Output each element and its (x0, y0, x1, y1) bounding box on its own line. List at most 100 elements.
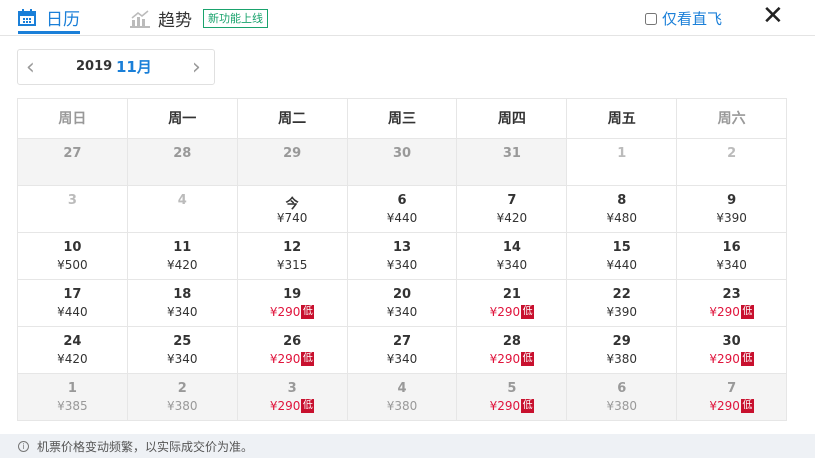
day-number: 2 (177, 381, 187, 396)
day-price: ¥340 (386, 352, 418, 366)
day-cell[interactable]: 1 (567, 139, 678, 186)
direct-only-checkbox[interactable]: 仅看直飞 (645, 8, 722, 29)
day-cell[interactable]: 30 ¥290 低 (677, 327, 788, 374)
day-cell[interactable]: 22 ¥390 (567, 280, 678, 327)
day-cell[interactable]: 13 ¥340 (347, 233, 458, 280)
day-price-row: ¥480 (567, 211, 676, 225)
day-price-row: ¥380 (348, 399, 457, 413)
day-number: 8 (617, 193, 627, 208)
prev-month-button[interactable]: ‹ (26, 55, 35, 80)
day-price: ¥290 (269, 352, 301, 366)
calendar-icon (18, 9, 36, 26)
day-cell[interactable]: 14 ¥340 (457, 233, 568, 280)
day-cell[interactable]: 4 ¥380 (347, 374, 458, 421)
day-cell[interactable]: 6 ¥380 (567, 374, 678, 421)
day-number: 15 (612, 240, 631, 255)
day-number: 2 (727, 146, 737, 161)
day-cell[interactable]: 2 ¥380 (127, 374, 238, 421)
day-cell[interactable]: 5 ¥290 低 (457, 374, 568, 421)
day-number: 27 (392, 334, 412, 349)
day-price-row: ¥340 (677, 258, 786, 272)
day-cell[interactable]: 23 ¥290 低 (677, 280, 788, 327)
year-label: 2019 (76, 59, 113, 74)
day-cell[interactable]: 9 ¥390 (677, 186, 788, 233)
day-cell[interactable]: 今 ¥740 (237, 186, 348, 233)
day-cell[interactable]: 21 ¥290 低 (457, 280, 568, 327)
direct-only-input[interactable] (645, 12, 657, 25)
day-number: 11 (173, 240, 192, 255)
day-cell[interactable]: 29 ¥380 (567, 327, 678, 374)
day-cell[interactable]: 30 (347, 139, 458, 186)
week-row: 27 28 29 30 31 1 2 (18, 139, 788, 186)
day-cell[interactable]: 1 ¥385 (18, 374, 128, 421)
tab-trend[interactable]: 趋势 (130, 6, 192, 31)
day-cell[interactable]: 20 ¥340 (347, 280, 458, 327)
day-cell[interactable]: 7 ¥290 低 (677, 374, 788, 421)
day-cell[interactable]: 19 ¥290 低 (237, 280, 348, 327)
weekday-header-cell: 周六 (677, 99, 788, 139)
lowest-price-badge: 低 (521, 352, 535, 366)
day-number: 19 (283, 287, 302, 302)
day-cell[interactable]: 31 (457, 139, 568, 186)
day-number: 22 (612, 287, 631, 302)
day-cell[interactable]: 18 ¥340 (127, 280, 238, 327)
day-cell[interactable]: 29 (237, 139, 348, 186)
day-number: 29 (283, 146, 302, 161)
day-cell[interactable]: 17 ¥440 (18, 280, 128, 327)
day-cell[interactable]: 15 ¥440 (567, 233, 678, 280)
day-number: 12 (283, 240, 302, 255)
day-price-row: ¥290 低 (457, 399, 566, 413)
next-month-button[interactable]: › (192, 55, 201, 80)
day-price-row: ¥290 低 (677, 399, 786, 413)
day-cell[interactable]: 11 ¥420 (127, 233, 238, 280)
lowest-price-badge: 低 (301, 352, 315, 366)
day-price: ¥290 (709, 352, 740, 366)
day-cell[interactable]: 27 (18, 139, 128, 186)
day-cell[interactable]: 3 (18, 186, 128, 233)
day-price-row: ¥340 (348, 258, 457, 272)
day-number: 6 (617, 381, 627, 396)
day-cell[interactable]: 16 ¥340 (677, 233, 788, 280)
close-icon[interactable]: ✕ (762, 3, 784, 29)
day-number: 28 (173, 146, 192, 161)
day-number: 31 (502, 146, 521, 161)
day-cell[interactable]: 7 ¥420 (457, 186, 568, 233)
day-cell[interactable]: 6 ¥440 (347, 186, 458, 233)
day-number: 28 (502, 334, 521, 349)
day-price-row: ¥440 (18, 305, 127, 319)
day-price: ¥340 (167, 352, 198, 366)
day-number: 16 (722, 240, 741, 255)
day-price: ¥420 (57, 352, 88, 366)
day-price: ¥290 (489, 399, 521, 413)
month-navigator: ‹ 2019 11月 › (17, 49, 215, 85)
day-number: 7 (507, 193, 517, 208)
day-price: ¥420 (167, 258, 198, 272)
day-number: 27 (63, 146, 82, 161)
tab-calendar[interactable]: 日历 (18, 4, 80, 34)
day-cell[interactable]: 26 ¥290 低 (237, 327, 348, 374)
weekday-header-cell: 周四 (457, 99, 568, 139)
calendar-grid: 周日 周一 周二 周三 周四 周五 周六 27 28 29 30 31 1 2 3 4 今 ¥740 6 ¥440 7… (17, 98, 788, 421)
day-cell[interactable]: 3 ¥290 低 (237, 374, 348, 421)
day-cell[interactable]: 28 ¥290 低 (457, 327, 568, 374)
day-cell[interactable]: 27 ¥340 (347, 327, 458, 374)
day-number: 23 (722, 287, 741, 302)
day-price: ¥385 (57, 399, 88, 413)
day-number: 4 (177, 193, 187, 208)
day-price: ¥390 (716, 211, 747, 225)
day-cell[interactable]: 4 (127, 186, 238, 233)
week-row: 10 ¥500 11 ¥420 12 ¥315 13 ¥340 14 ¥340 15 ¥440 16 ¥3… (18, 233, 788, 280)
day-cell[interactable]: 24 ¥420 (18, 327, 128, 374)
day-price-row: ¥340 (128, 305, 237, 319)
day-cell[interactable]: 28 (127, 139, 238, 186)
day-number: 14 (502, 240, 521, 255)
day-cell[interactable]: 12 ¥315 (237, 233, 348, 280)
day-cell[interactable]: 8 ¥480 (567, 186, 678, 233)
day-cell[interactable]: 2 (677, 139, 788, 186)
day-price-row: ¥290 低 (238, 352, 347, 366)
day-price-row: ¥390 (677, 211, 786, 225)
lowest-price-badge: 低 (740, 352, 754, 366)
day-price: ¥340 (716, 258, 747, 272)
day-cell[interactable]: 10 ¥500 (18, 233, 128, 280)
day-cell[interactable]: 25 ¥340 (127, 327, 238, 374)
